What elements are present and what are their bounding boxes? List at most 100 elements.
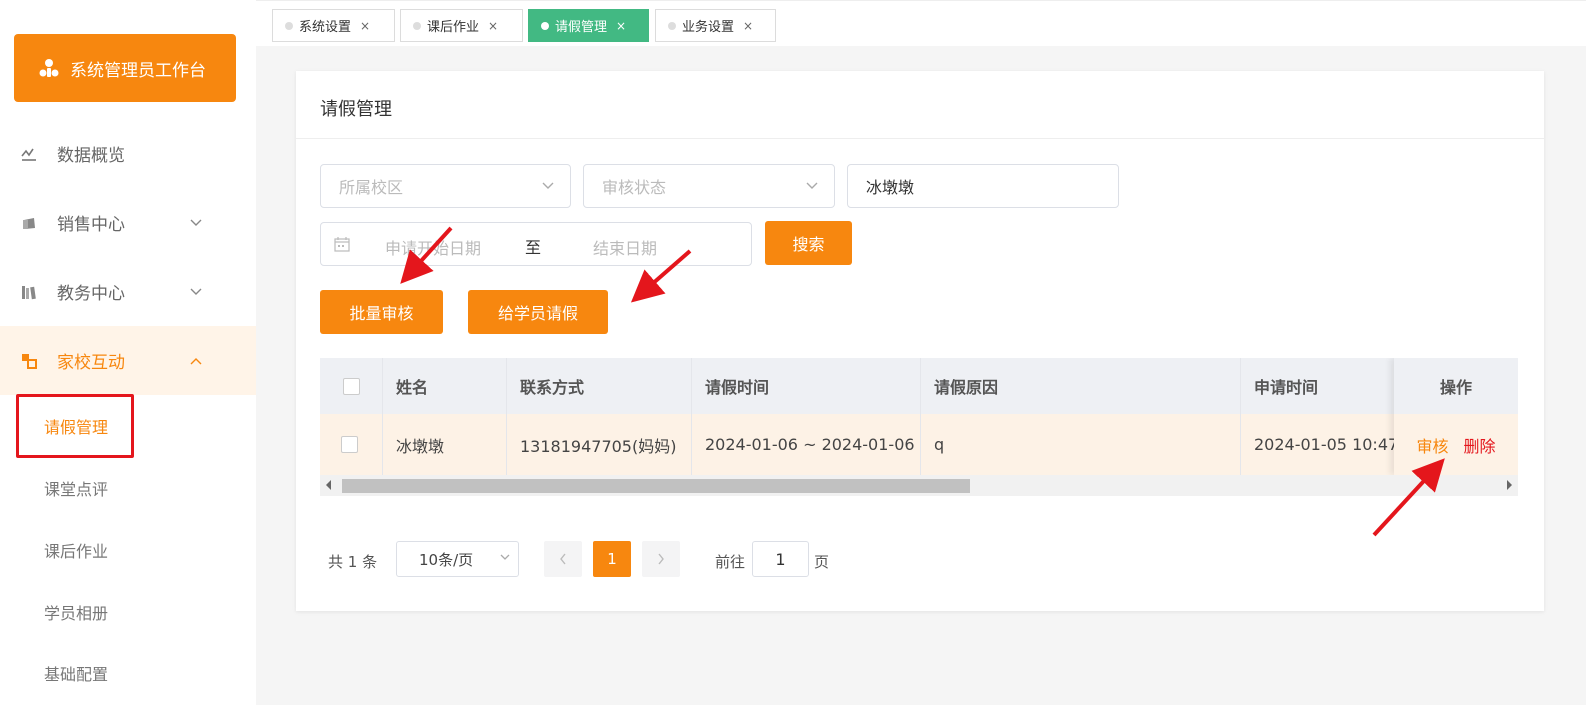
header-reason: 请假原因 [934, 378, 999, 397]
audit-link[interactable]: 审核 [1416, 433, 1448, 457]
name-input[interactable]: 冰墩墩 [847, 164, 1119, 208]
cell-apply-time: 2024-01-05 10:47 [1254, 435, 1399, 454]
date-range-picker[interactable]: 申请开始日期 至 结束日期 [320, 222, 752, 266]
divider [296, 138, 1544, 139]
user-group-icon [39, 59, 59, 77]
tab-business-settings[interactable]: 业务设置 × [655, 9, 776, 42]
sidebar-item-sales[interactable]: 销售中心 [0, 188, 256, 257]
page-number-button[interactable]: 1 [593, 541, 631, 577]
divider [506, 358, 507, 414]
cell-contact: 13181947705(妈妈) [520, 436, 677, 456]
status-select[interactable]: 审核状态 [583, 164, 835, 208]
page-size-value: 10条/页 [419, 550, 474, 569]
tab-homework[interactable]: 课后作业 × [400, 9, 523, 42]
dot-icon [668, 21, 676, 30]
close-icon[interactable]: × [743, 19, 753, 33]
chevron-right-icon [658, 553, 664, 565]
name-value: 冰墩墩 [866, 178, 915, 197]
sidebar-item-label: 销售中心 [57, 215, 125, 235]
highlight-box [16, 394, 134, 458]
close-icon[interactable]: × [360, 19, 370, 33]
start-date-placeholder[interactable]: 申请开始日期 [385, 235, 481, 259]
search-button[interactable]: 搜索 [765, 221, 852, 265]
header-name: 姓名 [396, 378, 429, 397]
dot-icon [285, 21, 293, 30]
dot-icon [541, 21, 549, 30]
row-checkbox-cell [320, 414, 382, 475]
scroll-thumb[interactable] [342, 479, 970, 493]
sidebar-subitem-homework[interactable]: 课后作业 [44, 538, 108, 562]
close-icon[interactable]: × [488, 19, 498, 33]
table-row[interactable]: 冰墩墩 13181947705(妈妈) 2024-01-06 ~ 2024-01… [320, 414, 1518, 475]
sidebar-subitem-album[interactable]: 学员相册 [44, 600, 108, 624]
header-leave-time: 请假时间 [705, 378, 770, 397]
tabs-bar: 系统设置 × 课后作业 × 请假管理 × 业务设置 × [256, 0, 1586, 46]
divider [920, 358, 921, 414]
date-separator: 至 [525, 238, 542, 257]
tab-label: 课后作业 [427, 20, 480, 35]
pagination-total: 共 1 条 [328, 553, 378, 571]
cell-name: 冰墩墩 [396, 436, 445, 456]
scroll-right-icon[interactable] [1507, 480, 1512, 490]
goto-page-input[interactable]: 1 [752, 541, 809, 577]
cell-reason: q [934, 435, 945, 454]
divider [382, 414, 383, 475]
brand-label: 系统管理员工作台 [70, 60, 206, 81]
select-all-checkbox[interactable] [343, 377, 360, 395]
header-operation: 操作 [1394, 358, 1518, 414]
leave-table: 姓名 联系方式 请假时间 请假原因 申请时间 冰墩墩 13181947705(妈… [320, 358, 1518, 496]
bag-icon [20, 214, 38, 232]
page-size-select[interactable]: 10条/页 [396, 541, 519, 577]
divider [691, 414, 692, 475]
chevron-down-icon [806, 182, 818, 189]
next-page-button[interactable] [642, 541, 680, 577]
leave-for-student-button[interactable]: 给学员请假 [468, 290, 608, 334]
batch-audit-button[interactable]: 批量审核 [320, 290, 443, 334]
tab-label: 系统设置 [299, 20, 352, 35]
chevron-down-icon [190, 288, 202, 295]
divider [691, 358, 692, 414]
operation-cell: 审核 删除 [1394, 414, 1518, 475]
books-icon [20, 283, 38, 301]
table-header: 姓名 联系方式 请假时间 请假原因 申请时间 [320, 358, 1518, 414]
goto-label: 前往 [715, 553, 746, 571]
sidebar-item-academic[interactable]: 教务中心 [0, 257, 256, 326]
campus-placeholder: 所属校区 [339, 178, 404, 197]
sidebar-item-label: 数据概览 [57, 146, 125, 166]
sidebar-item-label: 教务中心 [57, 284, 125, 304]
select-all-checkbox-cell [320, 358, 382, 414]
interaction-icon [20, 352, 38, 370]
delete-link[interactable]: 删除 [1464, 433, 1496, 457]
row-checkbox[interactable] [341, 436, 358, 453]
tab-label: 业务设置 [682, 20, 735, 35]
chart-line-icon [20, 145, 38, 163]
main-card: 请假管理 所属校区 审核状态 冰墩墩 申请开始日期 至 结束日期 搜索 批量审核… [296, 71, 1544, 611]
divider [920, 414, 921, 475]
calendar-icon [334, 237, 350, 252]
divider [506, 414, 507, 475]
prev-page-button[interactable] [544, 541, 582, 577]
dot-icon [413, 21, 421, 30]
end-date-placeholder[interactable]: 结束日期 [593, 235, 657, 259]
operation-column: 操作 审核 删除 [1394, 358, 1518, 475]
close-icon[interactable]: × [616, 19, 626, 33]
tab-system-settings[interactable]: 系统设置 × [272, 9, 395, 42]
header-contact: 联系方式 [520, 378, 585, 397]
status-placeholder: 审核状态 [602, 178, 667, 197]
sidebar: 系统管理员工作台 数据概览 销售中心 教务中心 家校互动 请假管理 课堂点评 课… [0, 0, 256, 705]
sidebar-subitem-config[interactable]: 基础配置 [44, 661, 108, 685]
sidebar-subitem-class-review[interactable]: 课堂点评 [44, 476, 108, 500]
chevron-down-icon [542, 182, 554, 189]
campus-select[interactable]: 所属校区 [320, 164, 571, 208]
horizontal-scrollbar[interactable] [320, 475, 1518, 496]
tab-leave-management[interactable]: 请假管理 × [528, 9, 649, 42]
sidebar-item-home-school[interactable]: 家校互动 [0, 326, 256, 395]
workbench-button[interactable]: 系统管理员工作台 [14, 34, 236, 102]
sidebar-item-data-overview[interactable]: 数据概览 [0, 119, 256, 188]
page-suffix: 页 [814, 553, 830, 571]
header-apply-time: 申请时间 [1254, 378, 1319, 397]
divider [382, 358, 383, 414]
divider [1240, 358, 1241, 414]
scroll-left-icon[interactable] [326, 480, 331, 490]
tab-label: 请假管理 [555, 20, 608, 35]
